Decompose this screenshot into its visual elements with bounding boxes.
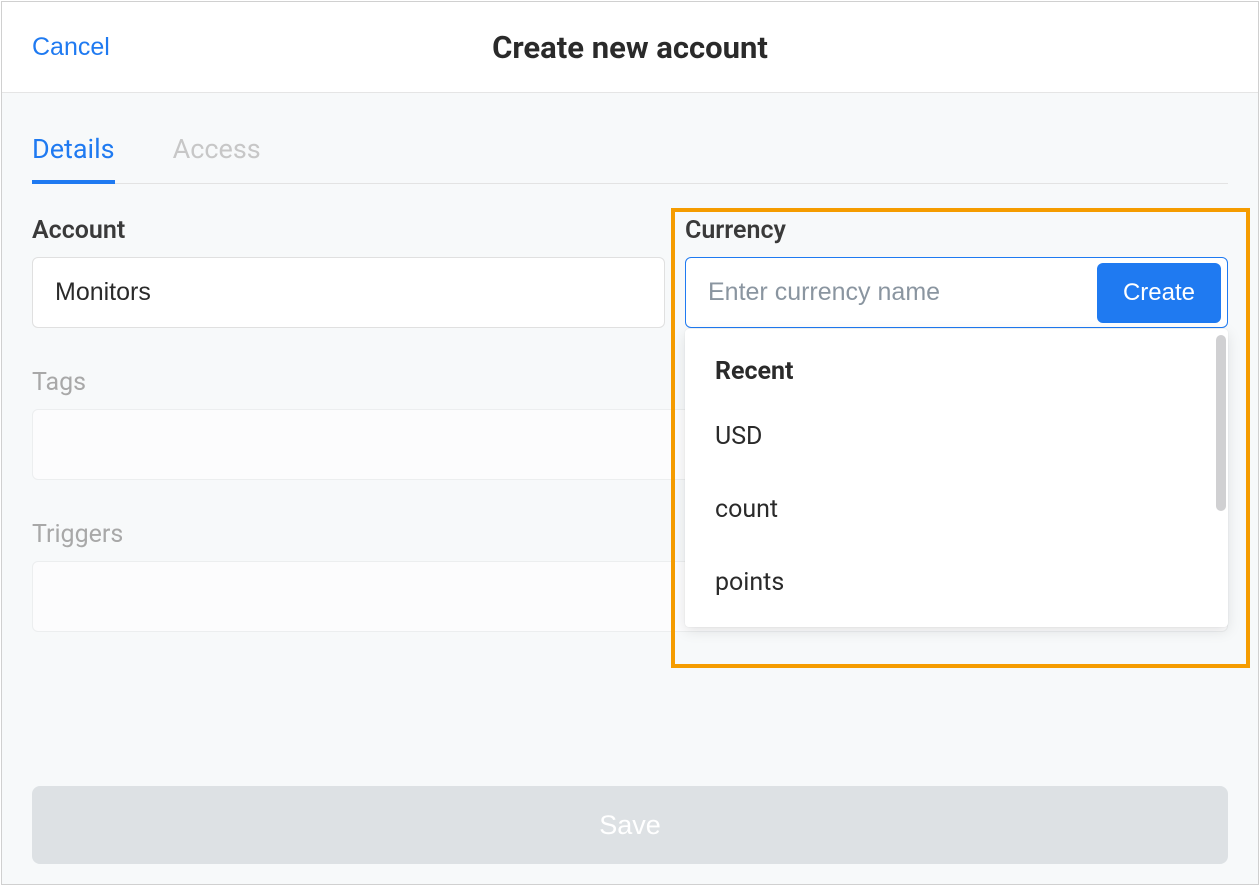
currency-field-group: Currency Create Recent USD count points bbox=[685, 216, 1228, 328]
tabs: Details Access bbox=[32, 93, 1228, 184]
tab-access[interactable]: Access bbox=[173, 133, 261, 184]
currency-dropdown-item[interactable]: count bbox=[685, 473, 1228, 546]
dropdown-scrollbar[interactable] bbox=[1216, 335, 1226, 511]
cancel-button[interactable]: Cancel bbox=[32, 33, 110, 62]
currency-dropdown-header: Recent bbox=[685, 347, 1228, 400]
account-input[interactable] bbox=[32, 257, 665, 328]
currency-dropdown-item[interactable]: USD bbox=[685, 400, 1228, 473]
account-field-group: Account bbox=[32, 216, 665, 328]
currency-input[interactable] bbox=[708, 258, 1097, 327]
currency-dropdown: Recent USD count points bbox=[685, 329, 1228, 627]
tab-details[interactable]: Details bbox=[32, 133, 115, 184]
currency-field-wrap: Currency Create Recent USD count points bbox=[685, 216, 1228, 328]
currency-label: Currency bbox=[685, 216, 1228, 245]
modal-window: Cancel Create new account Details Access… bbox=[1, 1, 1259, 885]
form-row-account-currency: Account Currency Create Recent USD count bbox=[32, 216, 1228, 328]
currency-dropdown-item[interactable]: points bbox=[685, 546, 1228, 619]
modal-title: Create new account bbox=[492, 29, 768, 66]
account-label: Account bbox=[32, 216, 665, 245]
currency-create-button[interactable]: Create bbox=[1097, 263, 1221, 323]
modal-body: Details Access Account Currency Create R… bbox=[2, 92, 1258, 884]
currency-input-row: Create bbox=[685, 257, 1228, 328]
save-button[interactable]: Save bbox=[32, 786, 1228, 864]
modal-header: Cancel Create new account bbox=[2, 2, 1258, 92]
